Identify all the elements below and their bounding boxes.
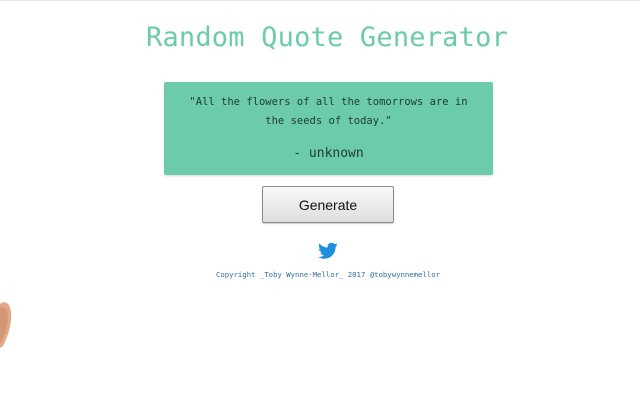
- hand-image: [0, 302, 12, 348]
- twitter-bird-icon: [318, 242, 338, 259]
- tweet-link[interactable]: [318, 242, 338, 260]
- quote-text: "All the flowers of all the tomorrows ar…: [189, 96, 468, 127]
- quote-author: - unknown: [293, 146, 364, 161]
- quote-card: "All the flowers of all the tomorrows ar…: [164, 82, 493, 175]
- top-divider: [0, 0, 640, 1]
- footer-copyright: Copyright _Toby Wynne-Mellor_ 2017 @toby…: [215, 270, 441, 279]
- page-title: Random Quote Generator: [145, 22, 509, 53]
- generate-button[interactable]: Generate: [262, 186, 394, 223]
